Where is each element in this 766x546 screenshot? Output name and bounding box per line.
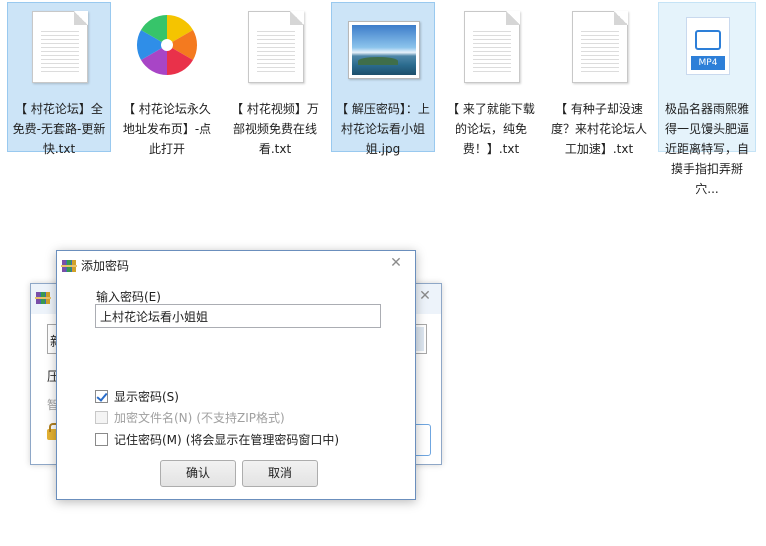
file-item-mp4[interactable]: MP4 极品名器雨熙雅得一见馒头肥逼近距离特写，自摸手指扣弄掰穴... [658, 2, 756, 196]
text-document-icon [24, 9, 94, 85]
file-name: 【 有种子却没速度？来村花论坛人工加速】.txt [551, 102, 648, 156]
dialog-title: 添加密码 [81, 259, 130, 273]
file-name: 【 来了就能下载的论坛，纯免费！】.txt [447, 102, 535, 156]
text-document-icon [456, 9, 526, 85]
password-input[interactable] [95, 304, 381, 328]
file-item-jpg[interactable]: 【 解压密码】：上村花论坛看小姐姐.jpg [331, 2, 435, 156]
file-name: 【 村花论坛】全免费-无套路-更新快.txt [12, 102, 106, 156]
winrar-app-icon [61, 260, 77, 272]
winrar-app-icon [35, 292, 51, 304]
encrypt-filenames-checkbox: 加密文件名(N) (不支持ZIP格式) [95, 408, 285, 426]
checkbox-note: (不支持ZIP格式) [196, 410, 285, 425]
video-camera-icon [695, 30, 721, 50]
dialog-titlebar: 添加密码 ✕ [57, 251, 415, 277]
video-file-icon: MP4 [672, 9, 742, 85]
checkbox-label: 加密文件名(N) [114, 410, 193, 425]
checkbox-label: 显示密码(S) [114, 389, 179, 404]
checkbox-label: 记住密码(M) [114, 432, 182, 447]
checkbox-note: (将会显示在管理密码窗口中) [185, 432, 340, 447]
checkbox-checked-icon[interactable] [95, 389, 108, 403]
close-icon[interactable]: ✕ [387, 254, 405, 272]
file-type-badge: MP4 [691, 56, 725, 70]
remember-password-checkbox[interactable]: 记住密码(M) (将会显示在管理密码窗口中) [95, 430, 339, 448]
close-icon[interactable]: ✕ [415, 286, 435, 306]
pinwheel-browser-icon [132, 9, 202, 85]
cancel-button[interactable]: 取消 [242, 460, 318, 487]
text-document-icon [564, 9, 634, 85]
image-thumbnail-icon [348, 9, 420, 85]
password-input-label: 输入密码(E) [96, 290, 161, 304]
checkbox-unchecked-icon [95, 410, 108, 424]
file-item-txt-2[interactable]: 【 村花视频】万部视频免费在线看.txt [223, 2, 327, 156]
file-item-txt-4[interactable]: 【 有种子却没速度？来村花论坛人工加速】.txt [547, 2, 651, 156]
confirm-button[interactable]: 确认 [160, 460, 236, 487]
file-name: 【 村花论坛永久地址发布页】-点此打开 [122, 102, 212, 156]
file-item-txt-1[interactable]: 【 村花论坛】全免费-无套路-更新快.txt [7, 2, 111, 156]
text-document-icon [240, 9, 310, 85]
add-password-dialog: 添加密码 ✕ 输入密码(E) 显示密码(S) 加密文件名(N) (不支持ZIP格… [56, 250, 416, 500]
file-item-shortcut[interactable]: 【 村花论坛永久地址发布页】-点此打开 [115, 2, 219, 156]
file-name: 【 解压密码】：上村花论坛看小姐姐.jpg [336, 102, 430, 156]
file-name: 极品名器雨熙雅得一见馒头肥逼近距离特写，自摸手指扣弄掰穴... [664, 102, 749, 196]
file-name: 【 村花视频】万部视频免费在线看.txt [231, 102, 319, 156]
checkbox-unchecked-icon[interactable] [95, 432, 108, 446]
show-password-checkbox[interactable]: 显示密码(S) [95, 387, 179, 405]
file-item-txt-3[interactable]: 【 来了就能下载的论坛，纯免费！】.txt [439, 2, 543, 156]
